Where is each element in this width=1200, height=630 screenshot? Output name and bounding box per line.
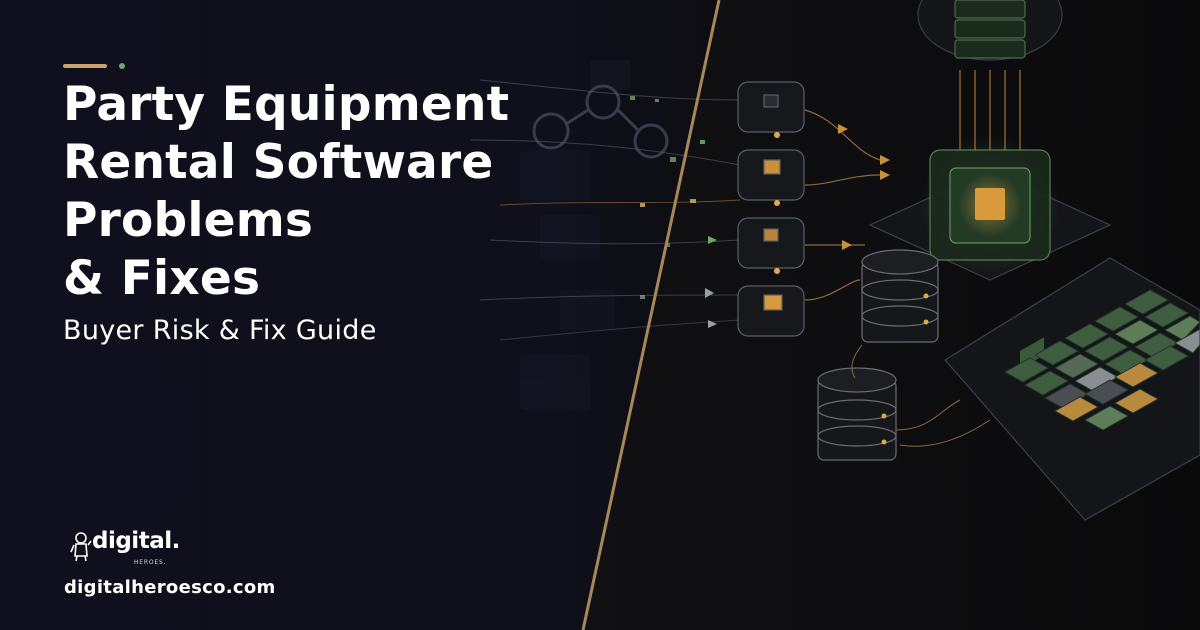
brand-tagline: HEROES. xyxy=(134,559,167,566)
subheadline: Buyer Risk & Fix Guide xyxy=(63,315,377,346)
headline: Party Equipment Rental Software Problems… xyxy=(63,76,563,308)
banner: Party Equipment Rental Software Problems… xyxy=(0,0,1200,630)
headline-line-1: Party Equipment xyxy=(63,77,510,132)
headline-line-4: & Fixes xyxy=(63,251,261,306)
brand-logo: digital. HEROES. xyxy=(70,528,310,568)
headline-line-3: Problems xyxy=(63,193,314,248)
text-panel: Party Equipment Rental Software Problems… xyxy=(63,62,563,348)
accent-dot xyxy=(119,63,125,69)
accent-row xyxy=(63,62,563,70)
brand-name: digital. xyxy=(92,528,180,554)
accent-bar xyxy=(63,64,107,68)
database-right xyxy=(861,249,939,343)
hero-mascot-icon xyxy=(70,532,92,562)
website-url: digitalheroesco.com xyxy=(64,577,276,598)
database-left xyxy=(817,367,897,461)
headline-line-2: Rental Software xyxy=(63,135,494,190)
